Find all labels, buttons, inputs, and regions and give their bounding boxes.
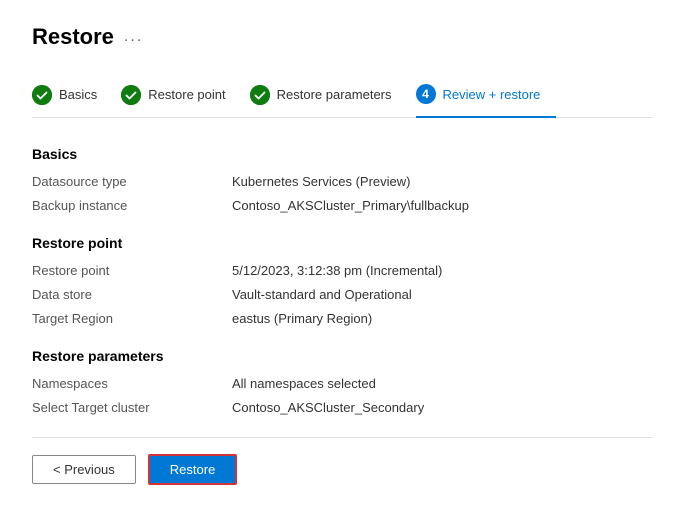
previous-button[interactable]: < Previous: [32, 455, 136, 484]
wizard-step-restore-parameters[interactable]: Restore parameters: [250, 75, 408, 117]
footer: < Previous Restore: [32, 437, 652, 485]
wizard-steps: Basics Restore point Restore parameters …: [32, 74, 652, 118]
rp-data-store-value: Vault-standard and Operational: [232, 285, 412, 304]
page-title: Restore: [32, 24, 114, 50]
header-ellipsis[interactable]: ...: [124, 28, 143, 46]
rparams-target-cluster-row: Select Target cluster Contoso_AKSCluster…: [32, 398, 652, 417]
step-icon-basics: [32, 85, 52, 105]
restore-params-section: Restore parameters Namespaces All namesp…: [32, 348, 652, 417]
rp-restore-point-value: 5/12/2023, 3:12:38 pm (Incremental): [232, 261, 442, 280]
rparams-target-cluster-value: Contoso_AKSCluster_Secondary: [232, 398, 424, 417]
basics-datasource-label: Datasource type: [32, 172, 232, 191]
wizard-step-basics[interactable]: Basics: [32, 75, 113, 117]
rparams-namespaces-label: Namespaces: [32, 374, 232, 393]
rp-data-store-row: Data store Vault-standard and Operationa…: [32, 285, 652, 304]
basics-backup-label: Backup instance: [32, 196, 232, 215]
wizard-step-basics-label: Basics: [59, 87, 97, 102]
wizard-step-review-restore-label: Review + restore: [443, 87, 541, 102]
rp-target-region-label: Target Region: [32, 309, 232, 328]
basics-section: Basics Datasource type Kubernetes Servic…: [32, 146, 652, 215]
basics-datasource-value: Kubernetes Services (Preview): [232, 172, 410, 191]
basics-backup-row: Backup instance Contoso_AKSCluster_Prima…: [32, 196, 652, 215]
wizard-step-review-restore[interactable]: 4 Review + restore: [416, 74, 557, 118]
basics-backup-value: Contoso_AKSCluster_Primary\fullbackup: [232, 196, 469, 215]
rp-target-region-value: eastus (Primary Region): [232, 309, 372, 328]
wizard-step-restore-point-label: Restore point: [148, 87, 225, 102]
restore-params-section-title: Restore parameters: [32, 348, 652, 364]
basics-section-title: Basics: [32, 146, 652, 162]
page-header: Restore ...: [32, 24, 652, 50]
wizard-step-restore-parameters-label: Restore parameters: [277, 87, 392, 102]
rparams-namespaces-value: All namespaces selected: [232, 374, 376, 393]
page-container: Restore ... Basics Restore point: [0, 0, 684, 509]
restore-point-section: Restore point Restore point 5/12/2023, 3…: [32, 235, 652, 328]
step-icon-review-restore: 4: [416, 84, 436, 104]
step-icon-restore-point: [121, 85, 141, 105]
rp-restore-point-row: Restore point 5/12/2023, 3:12:38 pm (Inc…: [32, 261, 652, 280]
rp-target-region-row: Target Region eastus (Primary Region): [32, 309, 652, 328]
rp-restore-point-label: Restore point: [32, 261, 232, 280]
rp-data-store-label: Data store: [32, 285, 232, 304]
basics-datasource-row: Datasource type Kubernetes Services (Pre…: [32, 172, 652, 191]
rparams-target-cluster-label: Select Target cluster: [32, 398, 232, 417]
restore-point-section-title: Restore point: [32, 235, 652, 251]
step-icon-restore-parameters: [250, 85, 270, 105]
wizard-step-restore-point[interactable]: Restore point: [121, 75, 241, 117]
rparams-namespaces-row: Namespaces All namespaces selected: [32, 374, 652, 393]
restore-button[interactable]: Restore: [148, 454, 238, 485]
